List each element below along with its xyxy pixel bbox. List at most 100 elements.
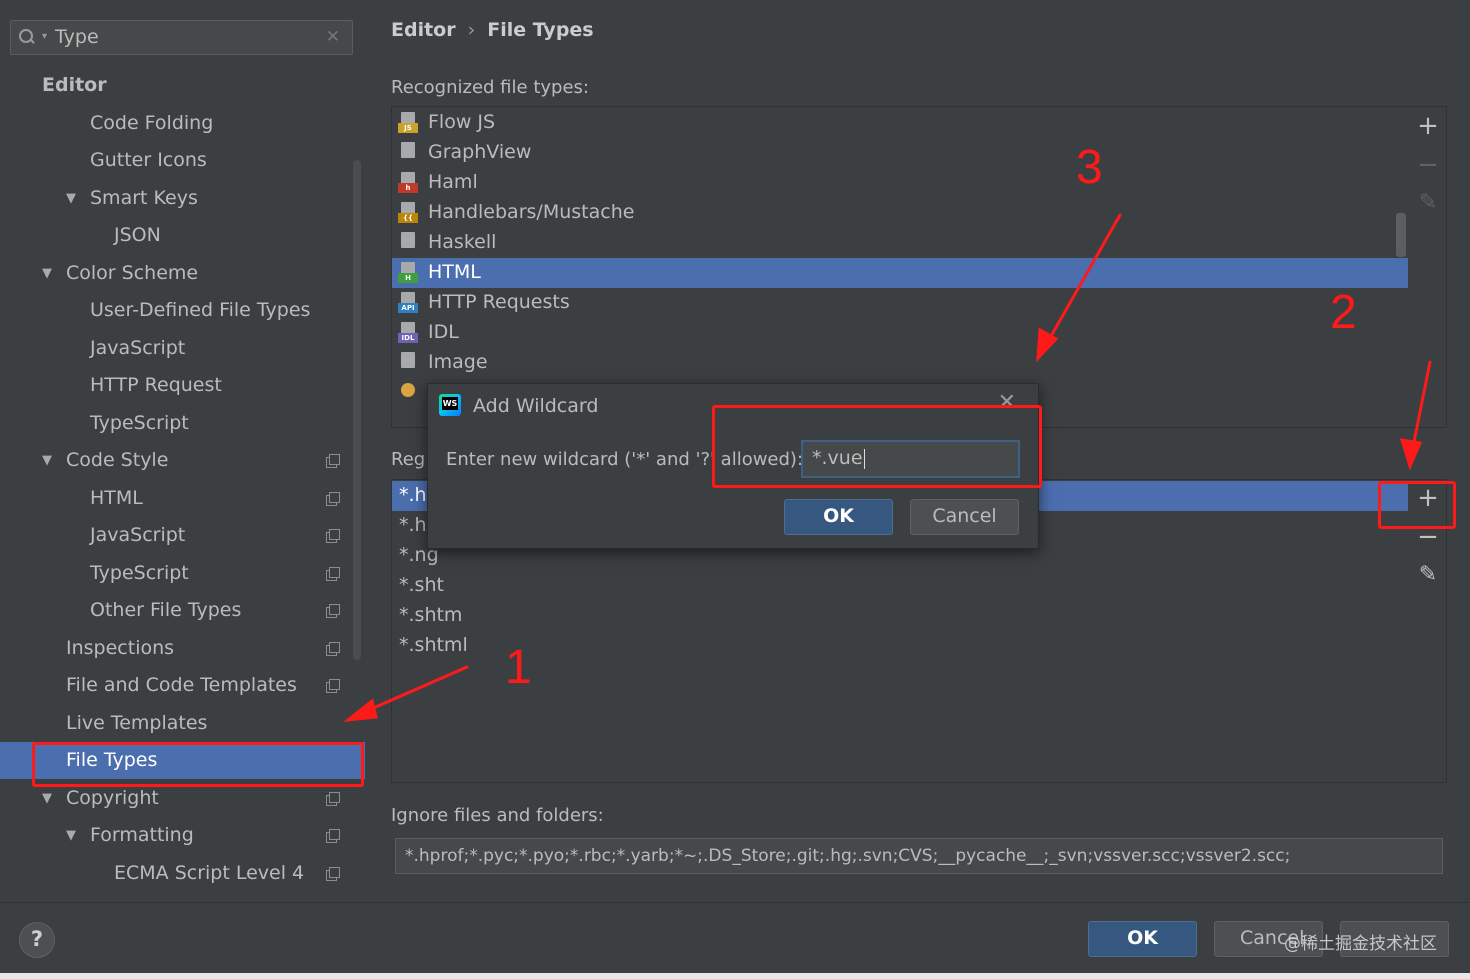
expand-arrow-icon[interactable]: ▼ [66,828,76,843]
sidebar-item-label: JavaScript [90,524,186,546]
expand-arrow-icon[interactable]: ▼ [42,791,52,806]
project-scope-icon [326,529,340,543]
sidebar-item-editor[interactable]: Editor [0,67,365,104]
file-type-row[interactable]: GraphView [392,138,1408,168]
pattern-row[interactable]: *.shtm [392,601,1408,631]
file-type-icon [398,381,418,403]
file-type-row[interactable]: JS Flow JS [392,108,1408,138]
pencil-icon: ✎ [1418,562,1438,587]
watermark: @稀土掘金技术社区 [1284,934,1437,954]
sidebar-item-color-scheme[interactable]: ▼ Color Scheme [0,255,365,292]
breadcrumb-parent[interactable]: Editor [391,19,456,41]
file-type-icon [398,142,418,164]
project-scope-icon [326,491,340,506]
file-type-icon [398,352,418,374]
file-type-badge: H [398,273,418,283]
sidebar-item-label: Formatting [90,824,194,846]
remove-file-type-button[interactable]: − [1413,151,1443,181]
ok-button[interactable]: OK [1088,921,1197,957]
edit-pattern-button[interactable]: ✎ [1413,561,1443,591]
project-scope-icon [326,604,340,618]
file-type-row[interactable]: {{Handlebars/Mustache [392,198,1408,228]
dialog-ok-button[interactable]: OK [784,499,893,535]
sidebar-item-code-folding[interactable]: Code Folding [0,105,365,142]
expand-arrow-icon[interactable]: ▼ [42,453,52,468]
annotation-step-2: 2 [1330,286,1357,339]
sidebar-item-label: HTTP Request [90,374,222,396]
recognized-file-types-label: Recognized file types: [391,77,589,98]
sidebar-item-label: ECMA Script Level 4 [114,861,305,884]
file-type-row[interactable]: h Haml [392,168,1408,198]
breadcrumb-separator: › [467,19,476,41]
project-scope-icon [326,641,340,656]
clear-search-icon[interactable]: ✕ [326,27,340,47]
breadcrumb-current: File Types [487,19,594,41]
add-file-type-button[interactable]: + [1413,112,1443,142]
ignore-files-input[interactable]: *.hprof;*.pyc;*.pyo;*.rbc;*.yarb;*~;.DS_… [395,838,1443,874]
pattern-text: *.shtm [399,604,463,626]
sidebar-item-label: Color Scheme [66,261,199,284]
sidebar-item-json[interactable]: JSON [0,217,365,254]
pattern-row[interactable]: *.shtml [392,631,1408,661]
sidebar-item-html[interactable]: HTML [0,480,365,517]
file-type-name: HTTP Requests [428,291,570,313]
sidebar-item-file-and-code-templates[interactable]: File and Code Templates [0,667,365,704]
file-type-row[interactable]: Haskell [392,228,1408,258]
background-window-strip [0,973,1470,979]
file-type-badge: API [398,303,418,313]
expand-arrow-icon[interactable]: ▼ [66,191,76,206]
file-type-icon [398,232,418,254]
file-type-icon: h [398,172,418,194]
sidebar-item-http-request[interactable]: HTTP Request [0,367,365,404]
sidebar-item-label: Code Folding [90,111,214,134]
sidebar-item-gutter-icons[interactable]: Gutter Icons [0,142,365,179]
sidebar-item-label: Other File Types [90,599,242,621]
sidebar-item-javascript[interactable]: JavaScript [0,330,365,367]
file-type-icon: IDL [398,322,418,344]
sidebar-item-smart-keys[interactable]: ▼ Smart Keys [0,180,365,217]
sidebar-item-live-templates[interactable]: Live Templates [0,705,365,742]
search-history-dropdown-icon[interactable]: ▾ [42,31,47,42]
sidebar-item-label: JavaScript [90,336,186,359]
dialog-footer: ? OK Cancel @稀土掘金技术社区 [0,902,1470,979]
sidebar-item-inspections[interactable]: Inspections [0,630,365,667]
sidebar-item-other-file-types[interactable]: Other File Types [0,592,365,629]
sidebar-item-label: Inspections [66,636,175,659]
project-scope-icon [326,566,340,581]
sidebar-item-label: File and Code Templates [66,674,297,696]
webstorm-logo-icon [439,394,461,416]
recognized-file-types-list[interactable]: JS Flow JS GraphView h Haml {{Handlebars/Must… [391,106,1447,428]
file-type-row[interactable]: H HTML [392,258,1408,288]
file-types-scrollbar[interactable] [1396,213,1406,257]
sidebar-item-ecma-script-level-4[interactable]: ECMA Script Level 4 [0,855,365,892]
sidebar-item-javascript[interactable]: JavaScript [0,517,365,554]
settings-search-box[interactable]: ▾ Type ✕ [10,20,353,55]
file-type-icon: JS [398,112,418,134]
pattern-row[interactable]: *.sht [392,571,1408,601]
file-type-name: GraphView [428,141,532,163]
file-type-row[interactable]: IDL IDL [392,318,1408,348]
search-input[interactable]: Type [55,26,99,48]
sidebar-item-label: Smart Keys [90,186,198,209]
sidebar-item-code-style[interactable]: ▼ Code Style [0,442,365,479]
expand-arrow-icon[interactable]: ▼ [42,266,52,281]
file-type-row[interactable]: API HTTP Requests [392,288,1408,318]
file-type-row[interactable]: Image [392,348,1408,378]
project-scope-icon [326,829,340,843]
file-type-name: Handlebars/Mustache [428,201,635,223]
help-button[interactable]: ? [19,922,55,958]
sidebar-item-user-defined-file-types[interactable]: User-Defined File Types [0,292,365,329]
file-type-name: Image [428,351,488,373]
sidebar-item-typescript[interactable]: TypeScript [0,405,365,442]
edit-file-type-button[interactable]: ✎ [1413,189,1443,219]
file-type-name: Haml [428,171,478,193]
sidebar-item-formatting[interactable]: ▼ Formatting [0,817,365,854]
dialog-cancel-button[interactable]: Cancel [910,499,1019,535]
project-scope-icon [326,791,340,806]
sidebar-item-label: User-Defined File Types [90,299,311,321]
annotation-box-add-button [1378,481,1456,529]
sidebar-item-label: Copyright [66,786,159,809]
file-type-icon: H [398,262,418,284]
sidebar-item-typescript[interactable]: TypeScript [0,555,365,592]
plus-icon: + [1417,111,1439,141]
